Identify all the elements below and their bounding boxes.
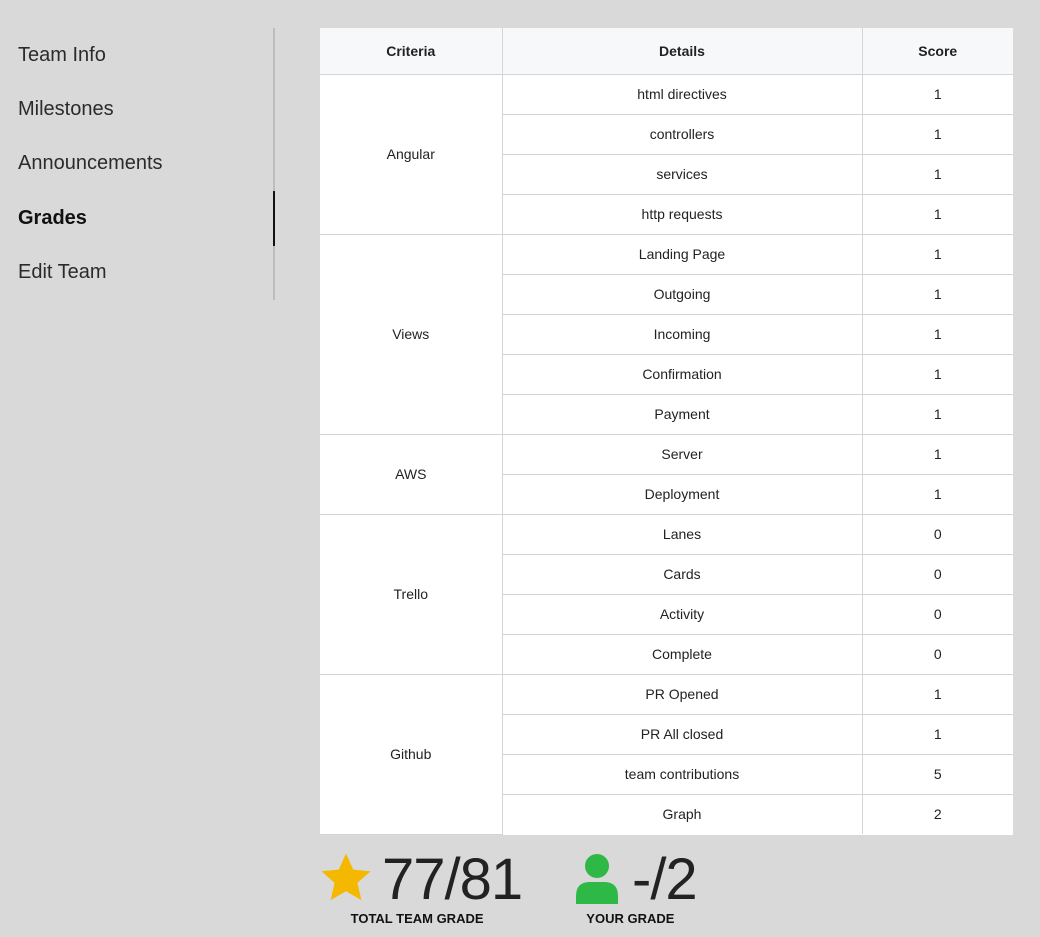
criteria-cell: Trello [320, 513, 503, 675]
detail-cell: Cards [502, 553, 863, 595]
table-row: AWS Server 1 [320, 433, 1013, 515]
detail-cell: team contributions [502, 753, 863, 795]
detail-cell: Complete [502, 633, 863, 675]
score-cell: 0 [861, 593, 1013, 635]
table-header-row: Criteria Details Score [320, 28, 1013, 75]
score-cell: 1 [861, 713, 1013, 755]
team-grade-value: 77/81 [382, 847, 523, 912]
your-grade-label: YOUR GRADE [586, 911, 675, 926]
table-row: Trello Lanes 0 [320, 513, 1013, 675]
team-grade-label: TOTAL TEAM GRADE [350, 911, 484, 926]
detail-cell: html directives [501, 73, 863, 115]
table-row: Views Landing Page 1 [320, 233, 1013, 435]
your-grade-value: -/2 [632, 847, 698, 912]
score-cell: 1 [861, 393, 1013, 435]
sidebar-item-milestones[interactable]: Milestones [0, 82, 273, 136]
score-cell: 1 [861, 273, 1013, 315]
score-cell: 0 [861, 513, 1013, 555]
criteria-cell: Github [320, 673, 503, 835]
star-icon [318, 850, 374, 911]
detail-cell: PR All closed [502, 713, 863, 755]
score-cell: 0 [861, 633, 1013, 675]
criteria-cell: Angular [320, 73, 503, 235]
column-header-score: Score [861, 28, 1013, 75]
detail-cell: Activity [502, 593, 863, 635]
detail-cell: Outgoing [502, 273, 863, 315]
detail-cell: Deployment [502, 473, 863, 515]
score-cell: 1 [861, 433, 1013, 475]
user-icon [574, 852, 620, 909]
sidebar-nav: Team Info Milestones Announcements Grade… [0, 28, 275, 300]
score-cell: 1 [861, 113, 1013, 155]
detail-cell: Graph [502, 793, 863, 834]
score-cell: 2 [861, 793, 1013, 834]
detail-cell: Incoming [502, 313, 863, 355]
grades-table: Criteria Details Score Angular html direc… [320, 28, 1013, 835]
sidebar-item-team-info[interactable]: Team Info [0, 28, 273, 82]
detail-cell: Confirmation [502, 353, 863, 395]
sidebar-item-edit-team[interactable]: Edit Team [0, 246, 273, 300]
detail-cell: services [502, 153, 863, 195]
score-cell: 0 [861, 553, 1013, 595]
criteria-cell: Views [320, 233, 503, 435]
detail-cell: PR Opened [501, 673, 863, 715]
detail-cell: Landing Page [501, 233, 863, 275]
column-header-details: Details [501, 28, 863, 75]
criteria-cell: AWS [320, 433, 503, 515]
score-cell: 1 [861, 193, 1013, 235]
score-cell: 1 [861, 313, 1013, 355]
score-cell: 1 [861, 473, 1013, 515]
score-cell: 5 [861, 753, 1013, 795]
sidebar-item-announcements[interactable]: Announcements [0, 137, 273, 191]
table-row: Github PR Opened 1 [320, 673, 1013, 835]
detail-cell: http requests [502, 193, 863, 235]
score-cell: 1 [861, 673, 1013, 715]
column-header-criteria: Criteria [320, 28, 503, 75]
table-body: Angular html directives 1 controllers 1 servi… [320, 73, 1013, 835]
detail-cell: Lanes [501, 513, 863, 555]
score-cell: 1 [861, 353, 1013, 395]
detail-cell: Payment [502, 393, 863, 435]
table-row: Angular html directives 1 [320, 73, 1013, 235]
detail-cell: controllers [502, 113, 863, 155]
score-cell: 1 [861, 233, 1013, 275]
score-cell: 1 [861, 153, 1013, 195]
your-grade-block: -/2 YOUR GRADE [574, 845, 698, 926]
score-cell: 1 [861, 73, 1013, 115]
team-grade-block: 77/81 TOTAL TEAM GRADE [318, 845, 523, 926]
detail-cell: Server [501, 433, 863, 475]
sidebar-item-grades[interactable]: Grades [0, 191, 275, 246]
